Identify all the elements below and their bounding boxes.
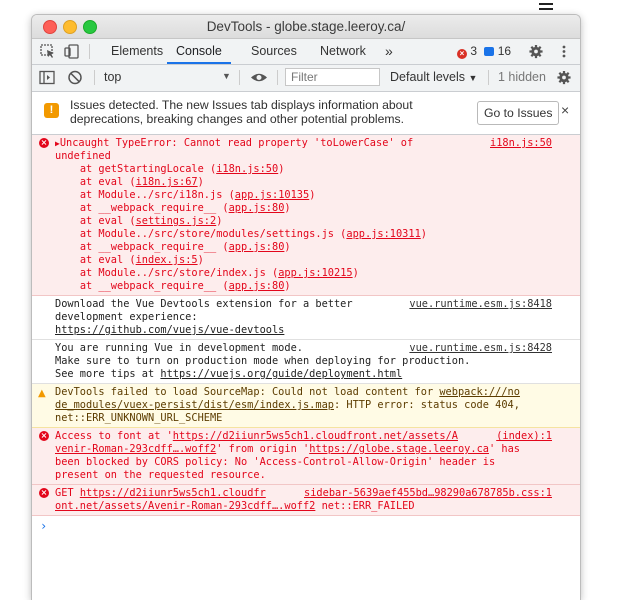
sourcemap-link[interactable]: webpack:///no xyxy=(439,386,520,398)
stack-frame-link[interactable]: app.js:10215 xyxy=(278,267,352,279)
stack-frame-link[interactable]: settings.js:2 xyxy=(136,215,217,227)
issues-banner-text: Issues detected. The new Issues tab disp… xyxy=(70,98,413,126)
stack-frame: at Module../src/store/index.js (app.js:1… xyxy=(79,267,359,279)
panel-tab-bar: Elements Console Sources Network » × 3 1… xyxy=(32,39,580,65)
source-link[interactable]: (index):1 xyxy=(496,430,552,443)
context-selector[interactable]: top xyxy=(104,70,232,84)
tab-sources[interactable]: Sources xyxy=(251,39,297,64)
context-dropdown-caret-icon[interactable]: ▼ xyxy=(222,71,231,81)
vue-deployment-link[interactable]: https://vuejs.org/guide/deployment.html xyxy=(160,368,402,380)
tab-network[interactable]: Network xyxy=(320,39,366,64)
hamburger-menu-icon[interactable] xyxy=(539,3,553,13)
stack-frame: at eval (i18n.js:67) xyxy=(79,176,204,188)
stack-frame: at Module../src/store/modules/settings.j… xyxy=(79,228,427,240)
error-count: 3 xyxy=(470,44,478,58)
console-log-vue-dev-mode: You are running Vue in development mode.… xyxy=(32,340,580,384)
filter-input[interactable] xyxy=(285,68,380,86)
issue-counter[interactable]: × 3 16 xyxy=(457,44,511,59)
live-expression-eye-icon[interactable] xyxy=(250,70,268,85)
hidden-count: 1 hidden xyxy=(498,70,546,84)
more-options-kebab-icon[interactable] xyxy=(556,44,572,59)
device-toolbar-icon[interactable] xyxy=(64,44,80,59)
stack-frame: at eval (index.js:5) xyxy=(79,254,204,266)
stack-frame: at Module../src/i18n.js (app.js:10135) xyxy=(79,189,316,201)
devtools-window: DevTools - globe.stage.leeroy.ca/ Elemen… xyxy=(31,14,581,600)
clear-console-icon[interactable] xyxy=(67,70,83,85)
error-icon: × xyxy=(39,488,49,498)
message-count: 16 xyxy=(497,44,512,58)
font-url-link[interactable]: https://d2iiunr5ws5ch1.cloudfront.net/as… xyxy=(173,430,458,442)
more-tabs-chevron-icon[interactable]: » xyxy=(385,39,393,64)
console-prompt-icon[interactable]: › xyxy=(32,516,580,537)
tab-console[interactable]: Console xyxy=(167,39,231,64)
title-bar: DevTools - globe.stage.leeroy.ca/ xyxy=(32,15,580,39)
log-levels-dropdown[interactable]: Default levels ▼ xyxy=(390,70,477,84)
stack-frame: at __webpack_require__ (app.js:80) xyxy=(79,202,291,214)
console-error-cors: × Access to font at 'https://d2iiunr5ws5c… xyxy=(32,428,580,485)
console-messages: × ▶Uncaught TypeError: Cannot read proper… xyxy=(32,135,580,537)
source-link[interactable]: vue.runtime.esm.js:8428 xyxy=(409,342,552,355)
message-count-icon xyxy=(484,47,495,56)
go-to-issues-button[interactable]: Go to Issues xyxy=(477,101,560,125)
settings-gear-icon[interactable] xyxy=(528,44,544,59)
stack-frame-link[interactable]: i18n.js:50 xyxy=(216,163,278,175)
issues-banner: ! Issues detected. The new Issues tab di… xyxy=(32,92,580,135)
window-title: DevTools - globe.stage.leeroy.ca/ xyxy=(206,19,406,34)
stack-trace: at getStartingLocale (i18n.js:50) at eva… xyxy=(55,163,427,292)
console-error-typeerror: × ▶Uncaught TypeError: Cannot read proper… xyxy=(32,135,580,296)
console-warning-sourcemap: ▲ DevTools failed to load SourceMap: Coul… xyxy=(32,384,580,428)
stack-frame-link[interactable]: app.js:10311 xyxy=(346,228,420,240)
stack-frame-link[interactable]: app.js:80 xyxy=(229,202,285,214)
tab-elements[interactable]: Elements xyxy=(111,39,163,64)
error-icon: × xyxy=(39,138,49,148)
get-url-link[interactable]: https://d2iiunr5ws5ch1.cloudfr xyxy=(80,487,266,499)
vue-devtools-link[interactable]: https://github.com/vuejs/vue-devtools xyxy=(55,324,284,336)
close-banner-icon[interactable]: × xyxy=(561,102,569,118)
warning-triangle-icon: ▲ xyxy=(38,388,46,399)
source-link[interactable]: sidebar-5639aef455bd…98290a678785b.css:1 xyxy=(304,487,552,500)
inspect-element-icon[interactable] xyxy=(40,44,56,59)
stack-frame-link[interactable]: app.js:80 xyxy=(229,241,285,253)
stack-frame-link[interactable]: index.js:5 xyxy=(136,254,198,266)
stack-frame: at __webpack_require__ (app.js:80) xyxy=(79,241,291,253)
stack-frame: at __webpack_require__ (app.js:80) xyxy=(79,280,291,292)
warning-icon: ! xyxy=(44,103,59,118)
stack-frame: at eval (settings.js:2) xyxy=(79,215,223,227)
stack-frame-link[interactable]: app.js:10135 xyxy=(235,189,309,201)
source-link[interactable]: i18n.js:50 xyxy=(490,137,552,150)
console-toolbar: top ▼ Default levels ▼ 1 hidden xyxy=(32,65,580,92)
console-error-get-failed: × GET https://d2iiunr5ws5ch1.cloudfr sideb… xyxy=(32,485,580,516)
stack-frame: at getStartingLocale (i18n.js:50) xyxy=(79,163,285,175)
stack-frame-link[interactable]: i18n.js:67 xyxy=(136,176,198,188)
error-count-icon: × xyxy=(457,49,467,59)
stack-frame-link[interactable]: app.js:80 xyxy=(229,280,285,292)
origin-link[interactable]: https://globe.stage.leeroy.ca xyxy=(309,443,489,455)
error-icon: × xyxy=(39,431,49,441)
source-link[interactable]: vue.runtime.esm.js:8418 xyxy=(409,298,552,311)
console-settings-gear-icon[interactable] xyxy=(556,70,572,85)
show-sidebar-icon[interactable] xyxy=(39,70,55,85)
console-log-vue-devtools: Download the Vue Devtools extension for … xyxy=(32,296,580,340)
